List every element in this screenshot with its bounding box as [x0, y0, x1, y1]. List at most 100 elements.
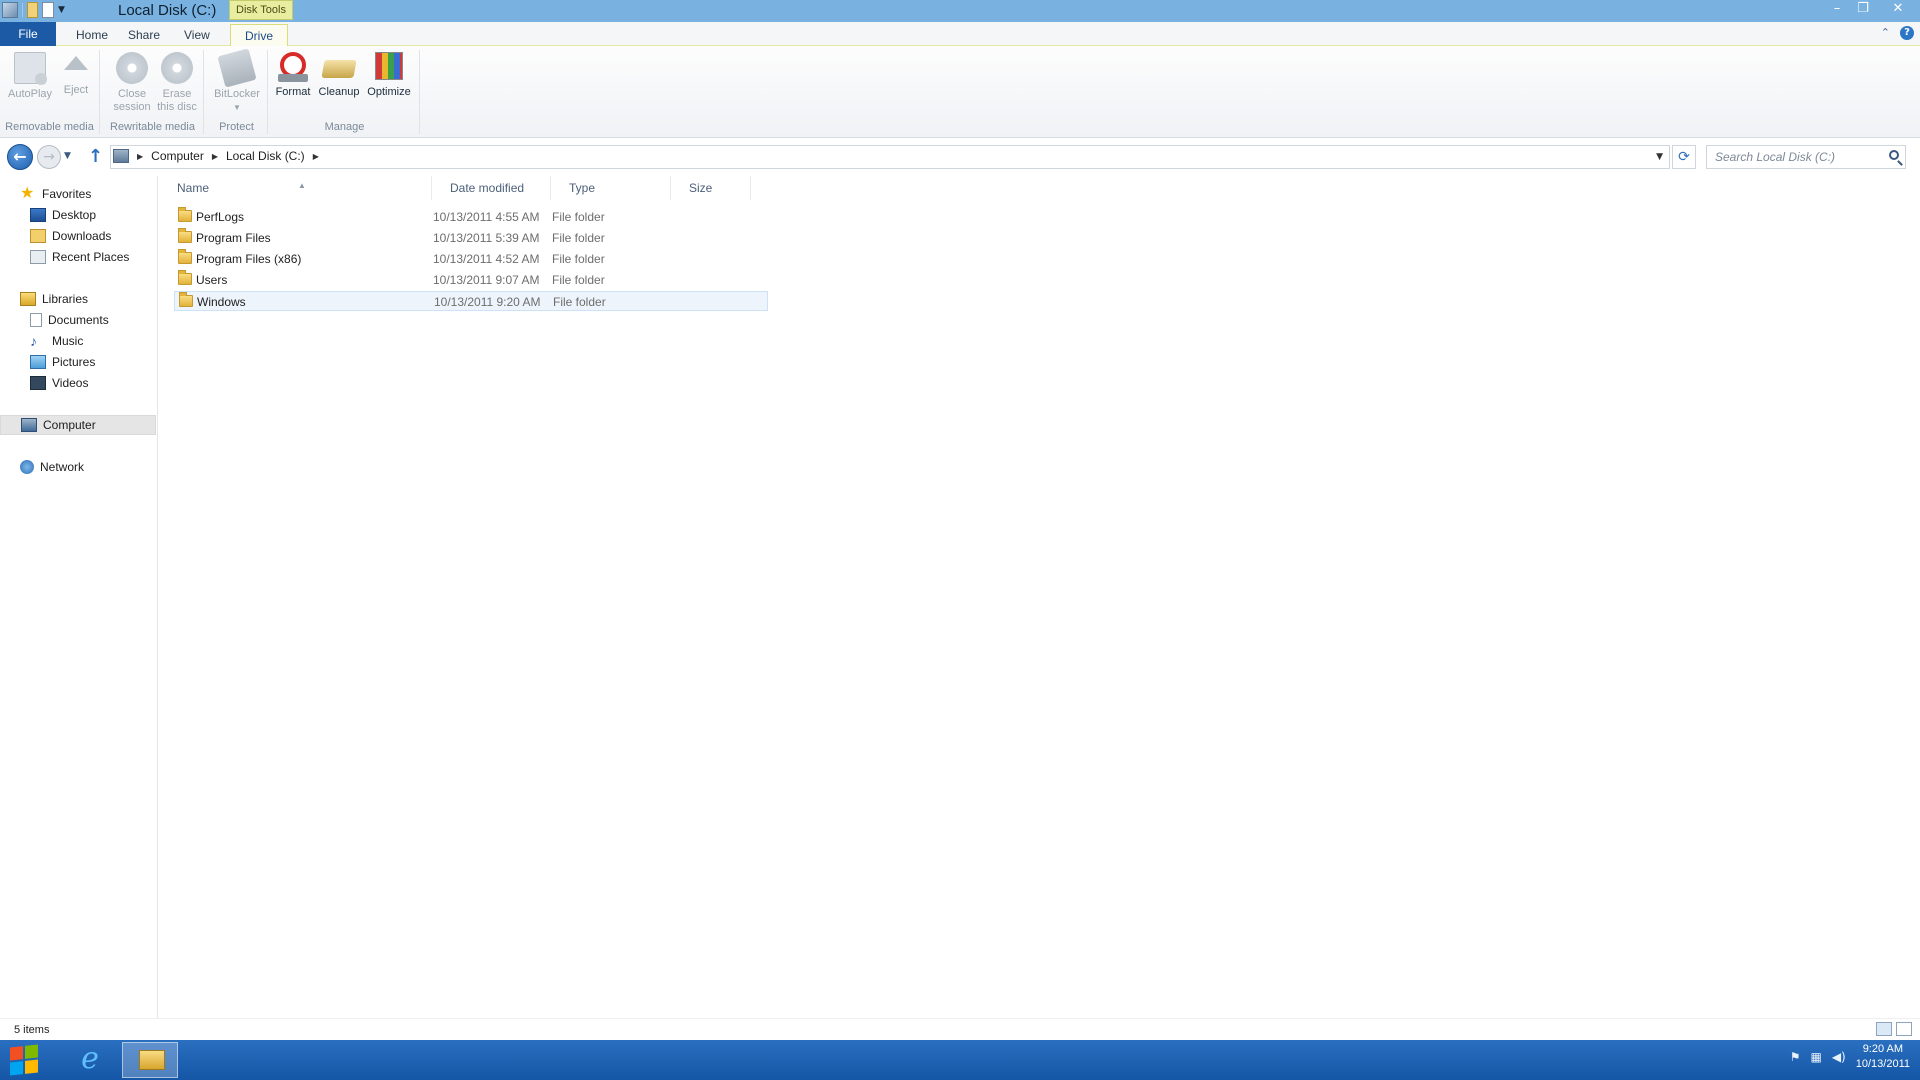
eject-label: Eject: [63, 84, 89, 96]
downloads-icon: [30, 229, 46, 243]
up-one-level-icon[interactable]: ↑: [88, 146, 103, 167]
pictures-icon: [30, 355, 46, 369]
autoplay-label: AutoPlay: [7, 88, 53, 100]
restore-button[interactable]: ❐: [1850, 0, 1876, 18]
erase-disc-button[interactable]: Erase this disc: [154, 50, 200, 114]
nav-downloads[interactable]: Downloads: [30, 226, 111, 246]
cleanup-button[interactable]: Cleanup: [316, 50, 362, 99]
qat-customize-dropdown-icon[interactable]: ▼: [58, 5, 65, 15]
group-label-protect: Protect: [219, 121, 254, 133]
tab-drive[interactable]: Drive: [230, 24, 289, 47]
nav-documents-label: Documents: [48, 313, 109, 327]
format-button[interactable]: Format: [272, 50, 314, 99]
start-logo-blue: [10, 1061, 23, 1076]
close-session-icon: [116, 52, 148, 84]
folder-icon: [178, 249, 192, 264]
search-icon[interactable]: [1889, 150, 1899, 160]
refresh-button[interactable]: ⟳: [1672, 145, 1696, 169]
column-header-date-modified[interactable]: Date modified: [432, 176, 551, 200]
videos-icon: [30, 376, 46, 390]
minimize-button[interactable]: –: [1824, 0, 1850, 18]
bitlocker-button[interactable]: BitLocker ▼: [210, 48, 264, 114]
autoplay-icon: [14, 52, 47, 85]
nav-libraries-label: Libraries: [42, 292, 89, 306]
details-view-icon[interactable]: [1876, 1022, 1892, 1036]
format-label: Format: [275, 86, 311, 98]
eject-icon: [64, 56, 88, 70]
action-center-flag-icon[interactable]: ⚑: [1790, 1050, 1801, 1064]
nav-downloads-label: Downloads: [52, 229, 112, 243]
group-label-removable-media: Removable media: [5, 121, 94, 133]
computer-icon: [21, 418, 37, 432]
search-input[interactable]: [1707, 146, 1877, 168]
breadcrumb-computer[interactable]: Computer: [151, 149, 204, 163]
address-history-dropdown-icon[interactable]: ▼: [1656, 152, 1663, 162]
start-button[interactable]: [10, 1044, 38, 1076]
file-name: PerfLogs: [196, 210, 245, 224]
autoplay-button[interactable]: AutoPlay: [6, 50, 54, 101]
recent-locations-dropdown-icon[interactable]: ▼: [64, 151, 71, 161]
cleanup-label: Cleanup: [318, 86, 360, 98]
breadcrumb-arrow-icon[interactable]: ▶: [137, 152, 143, 161]
internet-explorer-icon[interactable]: e: [62, 1042, 118, 1078]
file-row-windows[interactable]: Windows 10/13/2011 9:20 AM File folder: [174, 291, 768, 311]
breadcrumb-local-disk[interactable]: Local Disk (C:): [226, 149, 305, 163]
file-type: File folder: [552, 210, 605, 224]
back-button[interactable]: ←: [7, 144, 33, 170]
explorer-app-icon[interactable]: [2, 2, 18, 18]
eject-button[interactable]: Eject: [58, 50, 94, 97]
column-header-type-label: Type: [569, 181, 596, 195]
optimize-button[interactable]: Optimize: [364, 50, 414, 99]
ribbon-tab-row: File Home Share View Drive ⌃ ?: [0, 22, 1920, 47]
file-explorer-taskbar-button[interactable]: [122, 1042, 178, 1078]
tab-file[interactable]: File: [0, 22, 56, 46]
navigation-bar: ← → ▼ ↑ ▶ Computer ▶ Local Disk (C:) ▶ ▼…: [0, 142, 1920, 172]
large-icons-view-icon[interactable]: [1896, 1022, 1912, 1036]
tab-share[interactable]: Share: [114, 24, 174, 46]
help-icon[interactable]: ?: [1900, 26, 1914, 40]
address-bar[interactable]: ▶ Computer ▶ Local Disk (C:) ▶ ▼: [110, 145, 1670, 169]
tab-view[interactable]: View: [170, 24, 224, 46]
file-date: 10/13/2011 4:55 AM: [433, 210, 540, 224]
close-session-button[interactable]: Close session: [110, 50, 154, 114]
search-box[interactable]: [1706, 145, 1906, 169]
breadcrumb-arrow-icon[interactable]: ▶: [313, 152, 319, 161]
nav-network[interactable]: Network: [20, 457, 84, 477]
nav-computer-label: Computer: [43, 418, 96, 432]
file-row-users[interactable]: Users 10/13/2011 9:07 AM File folder: [174, 270, 768, 290]
clock[interactable]: 9:20 AM 10/13/2011: [1856, 1042, 1910, 1072]
file-row-perflogs[interactable]: PerfLogs 10/13/2011 4:55 AM File folder: [174, 207, 768, 227]
network-tray-icon[interactable]: ▦: [1810, 1050, 1821, 1064]
file-row-program-files-x86[interactable]: Program Files (x86) 10/13/2011 4:52 AM F…: [174, 249, 768, 269]
nav-favorites[interactable]: ★ Favorites: [20, 184, 91, 204]
nav-pictures[interactable]: Pictures: [30, 352, 95, 372]
close-button[interactable]: ✕: [1876, 0, 1920, 18]
nav-computer[interactable]: Computer: [0, 415, 156, 435]
nav-network-label: Network: [40, 460, 85, 474]
column-header-type[interactable]: Type: [551, 176, 671, 200]
minimize-ribbon-icon[interactable]: ⌃: [1881, 26, 1890, 40]
nav-pictures-label: Pictures: [52, 355, 96, 369]
column-header-name[interactable]: Name ▲: [159, 176, 432, 200]
breadcrumb-arrow-icon[interactable]: ▶: [212, 152, 218, 161]
file-row-program-files[interactable]: Program Files 10/13/2011 5:39 AM File fo…: [174, 228, 768, 248]
erase-disc-label-2: this disc: [157, 101, 197, 113]
forward-button[interactable]: →: [37, 145, 61, 169]
nav-desktop[interactable]: Desktop: [30, 205, 96, 225]
column-header-size[interactable]: Size: [671, 176, 751, 200]
nav-music[interactable]: ♪ Music: [30, 331, 83, 351]
volume-icon[interactable]: ◀): [1832, 1050, 1846, 1064]
group-protect: BitLocker ▼ Protect: [206, 48, 268, 134]
file-date: 10/13/2011 4:52 AM: [433, 252, 540, 266]
nav-libraries[interactable]: Libraries: [20, 289, 88, 309]
item-count: 5 items: [14, 1024, 50, 1036]
nav-videos[interactable]: Videos: [30, 373, 88, 393]
music-note-icon: ♪: [30, 333, 37, 349]
libraries-icon: [20, 292, 36, 306]
new-folder-icon[interactable]: [42, 2, 54, 18]
nav-recent-places[interactable]: Recent Places: [30, 247, 129, 267]
nav-documents[interactable]: Documents: [30, 310, 109, 330]
properties-icon[interactable]: [27, 2, 38, 18]
window-title: Local Disk (C:): [118, 2, 217, 19]
tab-home[interactable]: Home: [62, 24, 122, 46]
